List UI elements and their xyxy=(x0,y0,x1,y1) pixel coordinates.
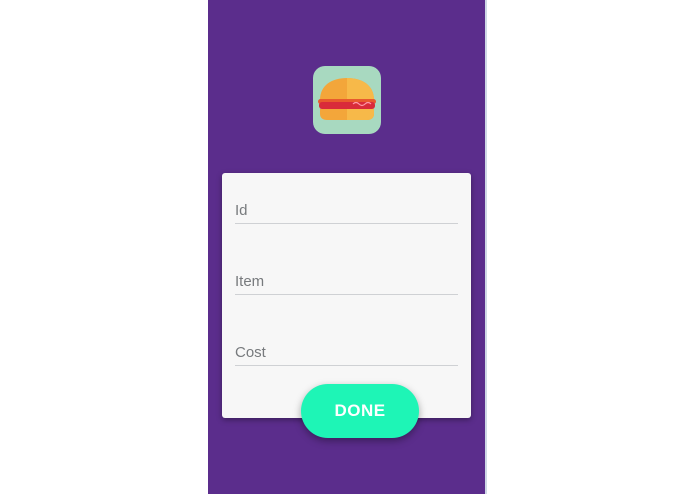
id-field[interactable] xyxy=(235,197,458,224)
burger-icon xyxy=(313,66,381,134)
screen-edge-divider xyxy=(485,0,487,494)
cost-field[interactable] xyxy=(235,339,458,366)
item-form-card: DONE xyxy=(222,173,471,438)
done-button[interactable]: DONE xyxy=(301,384,419,438)
app-screen: DONE xyxy=(208,0,485,494)
item-field[interactable] xyxy=(235,268,458,295)
